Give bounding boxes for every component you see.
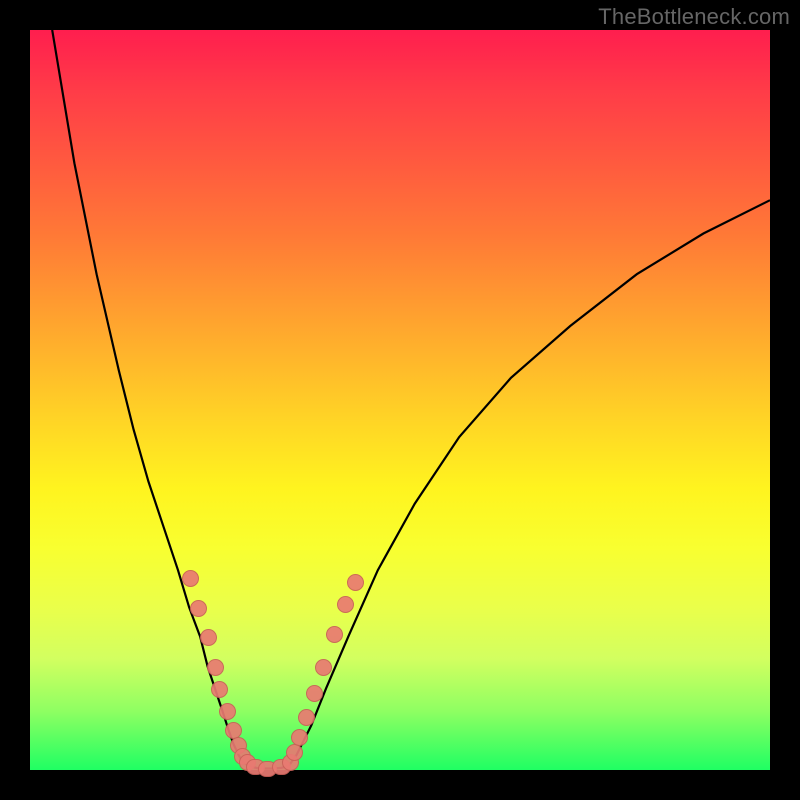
plot-area: [30, 30, 770, 770]
chart-frame: TheBottleneck.com: [0, 0, 800, 800]
marker-point: [219, 703, 236, 720]
marker-point: [190, 600, 207, 617]
marker-point: [337, 596, 354, 613]
watermark-text: TheBottleneck.com: [598, 4, 790, 30]
marker-point: [298, 709, 315, 726]
curve-right-branch: [289, 200, 770, 765]
curve-left-branch: [52, 30, 243, 763]
marker-point: [286, 744, 303, 761]
marker-point: [326, 626, 343, 643]
marker-point: [315, 659, 332, 676]
marker-point: [347, 574, 364, 591]
marker-point: [207, 659, 224, 676]
curve-svg: [30, 30, 770, 770]
marker-point: [306, 685, 323, 702]
